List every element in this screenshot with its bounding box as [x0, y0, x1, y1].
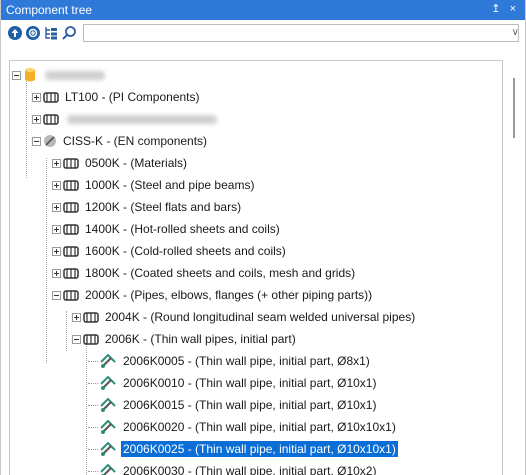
tree-node-2006k[interactable]: 2006K - (Thin wall pipes, initial part): [72, 329, 298, 349]
database-icon: [25, 68, 35, 82]
pin-close-controls[interactable]: ↥ ×: [491, 2, 519, 15]
tree-connector: [88, 382, 98, 384]
tree-connector: [88, 448, 98, 450]
component-group-icon: [63, 268, 79, 279]
expand-icon[interactable]: [52, 180, 61, 190]
tree-node-redacted[interactable]: [32, 109, 217, 129]
tree-node-2000k[interactable]: 2000K - (Pipes, elbows, flanges (+ other…: [52, 285, 374, 305]
search-icon[interactable]: [61, 25, 77, 41]
component-group-icon: [43, 92, 59, 103]
expand-icon[interactable]: [52, 224, 61, 234]
component-group-icon: [63, 290, 79, 301]
expand-icon[interactable]: [32, 114, 41, 124]
tree-connector: [88, 404, 98, 406]
tree-node-1600k[interactable]: 1600K - (Cold-rolled sheets and coils): [52, 241, 288, 261]
vertical-scrollbar[interactable]: [508, 60, 522, 475]
tree-node-label: 2006K0015 - (Thin wall pipe, initial par…: [123, 398, 377, 412]
tree-node-label: 1800K - (Coated sheets and coils, mesh a…: [85, 266, 356, 280]
tree-leaf-2006k0015[interactable]: 2006K0015 - (Thin wall pipe, initial par…: [88, 395, 378, 415]
component-group-icon: [63, 180, 79, 191]
expand-icon[interactable]: [52, 268, 61, 278]
component-group-icon: [63, 224, 79, 235]
expand-tree-icon[interactable]: [43, 25, 59, 41]
collapse-icon[interactable]: [52, 290, 61, 300]
component-group-icon: [83, 334, 99, 345]
tree-node-2004k[interactable]: 2004K - (Round longitudinal seam welded …: [72, 307, 417, 327]
component-group-icon: [63, 246, 79, 257]
tree-node-label: 2006K0030 - (Thin wall pipe, initial par…: [123, 464, 377, 475]
tree-node-label: 1200K - (Steel flats and bars): [85, 200, 242, 214]
chevron-down-icon[interactable]: ∨: [512, 27, 519, 38]
library-disabled-icon: [44, 135, 56, 147]
tree-connector: [86, 339, 87, 475]
expand-icon[interactable]: [52, 158, 61, 168]
component-group-icon: [63, 158, 79, 169]
tree-connector: [88, 360, 98, 362]
collapse-icon[interactable]: [12, 70, 21, 80]
panel-title: Component tree: [6, 3, 93, 17]
pipe-component-icon: [100, 441, 116, 456]
collapse-icon[interactable]: [32, 136, 41, 146]
search-input[interactable]: [83, 24, 519, 42]
pipe-component-icon: [100, 375, 116, 390]
scrollbar-thumb[interactable]: [513, 78, 515, 138]
tree-leaf-2006k0030[interactable]: 2006K0030 - (Thin wall pipe, initial par…: [88, 461, 378, 475]
tree-node-label: LT100 - (PI Components): [65, 90, 200, 104]
pipe-component-icon: [100, 397, 116, 412]
tree-node-label: 2000K - (Pipes, elbows, flanges (+ other…: [85, 288, 373, 302]
redacted-text: [67, 114, 217, 124]
panel-titlebar: Component tree ↥ ×: [1, 0, 525, 20]
tree-node-label: 1600K - (Cold-rolled sheets and coils): [85, 244, 286, 258]
tree-node-1000k[interactable]: 1000K - (Steel and pipe beams): [52, 175, 256, 195]
tree-node-label: CISS-K - (EN components): [63, 134, 208, 148]
component-tree-panel: Component tree ↥ × ∨ LT100 - (PI Compone…: [0, 0, 526, 475]
expand-icon[interactable]: [32, 92, 41, 102]
pipe-component-icon: [100, 463, 116, 475]
tree-node-0500k[interactable]: 0500K - (Materials): [52, 153, 189, 173]
redacted-text: [45, 70, 105, 80]
tree-connector: [46, 158, 47, 363]
expand-icon[interactable]: [52, 202, 61, 212]
tree-leaf-2006k0010[interactable]: 2006K0010 - (Thin wall pipe, initial par…: [88, 373, 378, 393]
expand-icon[interactable]: [72, 312, 81, 322]
tree-connector: [26, 78, 27, 178]
tree-node-1400k[interactable]: 1400K - (Hot-rolled sheets and coils): [52, 219, 282, 239]
tree-node-root[interactable]: [12, 65, 105, 85]
tree-leaf-2006k0020[interactable]: 2006K0020 - (Thin wall pipe, initial par…: [88, 417, 398, 437]
toolbar: ∨: [1, 21, 525, 45]
expand-icon[interactable]: [52, 246, 61, 256]
tree-node-label: 2006K0010 - (Thin wall pipe, initial par…: [123, 376, 377, 390]
tree-node-1800k[interactable]: 1800K - (Coated sheets and coils, mesh a…: [52, 263, 357, 283]
tree-connector: [66, 311, 67, 351]
component-group-icon: [43, 114, 59, 125]
collapse-icon[interactable]: [72, 334, 81, 344]
tree-node-1200k[interactable]: 1200K - (Steel flats and bars): [52, 197, 243, 217]
component-group-icon: [63, 202, 79, 213]
add-circle-icon[interactable]: [25, 25, 41, 41]
tree-leaf-2006k0025-selected[interactable]: 2006K0025 - (Thin wall pipe, initial par…: [88, 439, 398, 459]
tree-node-label: 2006K0005 - (Thin wall pipe, initial par…: [123, 354, 370, 368]
tree-node-label: 1000K - (Steel and pipe beams): [85, 178, 255, 192]
tree-node-lt100[interactable]: LT100 - (PI Components): [32, 87, 202, 107]
tree-node-label: 2006K0020 - (Thin wall pipe, initial par…: [123, 420, 396, 434]
pipe-component-icon: [100, 353, 116, 368]
tree-connector: [88, 470, 98, 472]
tree-node-label: 0500K - (Materials): [85, 156, 188, 170]
pipe-component-icon: [100, 419, 116, 434]
tree-connector: [88, 426, 98, 428]
component-tree: LT100 - (PI Components) CISS-K - (EN com…: [9, 60, 503, 475]
tree-node-label: 1400K - (Hot-rolled sheets and coils): [85, 222, 280, 236]
tree-node-label: 2004K - (Round longitudinal seam welded …: [105, 310, 416, 324]
tree-leaf-2006k0005[interactable]: 2006K0005 - (Thin wall pipe, initial par…: [88, 351, 372, 371]
component-group-icon: [83, 312, 99, 323]
tree-node-label: 2006K - (Thin wall pipes, initial part): [105, 332, 296, 346]
tree-node-ciss-k[interactable]: CISS-K - (EN components): [32, 131, 209, 151]
tree-node-label: 2006K0025 - (Thin wall pipe, initial par…: [121, 441, 398, 457]
arrow-up-circle-icon[interactable]: [7, 25, 23, 41]
